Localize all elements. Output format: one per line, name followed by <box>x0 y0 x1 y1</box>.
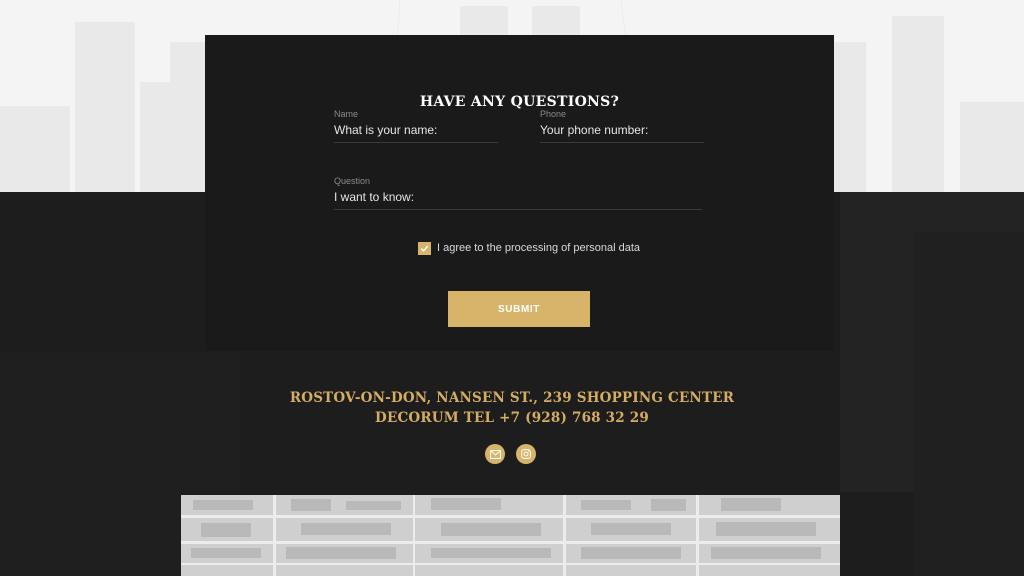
name-field[interactable]: Name What is your name: <box>334 109 498 143</box>
instagram-icon <box>521 449 531 459</box>
consent-checkbox[interactable] <box>418 241 431 255</box>
name-label: Name <box>334 109 359 119</box>
question-label: Question <box>334 176 371 186</box>
address-line-1: ROSTOV-ON-DON, NANSEN ST., 239 SHOPPING … <box>289 390 735 406</box>
instagram-link[interactable] <box>516 444 536 464</box>
form-title: HAVE ANY QUESTIONS? <box>419 94 620 110</box>
check-icon <box>420 245 429 252</box>
consent-label: I agree to the processing of personal da… <box>437 242 641 254</box>
phone-label: Phone <box>540 109 567 119</box>
mail-icon <box>489 449 501 459</box>
question-field[interactable]: Question I want to know: <box>334 176 702 210</box>
submit-button[interactable]: SUBMIT <box>448 291 590 327</box>
phone-field[interactable]: Phone Your phone number: <box>540 109 704 143</box>
consent-row[interactable]: I agree to the processing of personal da… <box>418 241 640 255</box>
question-input[interactable]: I want to know: <box>334 189 702 205</box>
address-block: ROSTOV-ON-DON, NANSEN ST., 239 SHOPPING … <box>0 388 1024 428</box>
location-map[interactable] <box>181 495 840 576</box>
address-line-2: DECORUM TEL +7 (928) 768 32 29 <box>375 410 649 426</box>
mail-link[interactable] <box>485 444 505 464</box>
name-input[interactable]: What is your name: <box>334 122 498 138</box>
phone-input[interactable]: Your phone number: <box>540 122 704 138</box>
